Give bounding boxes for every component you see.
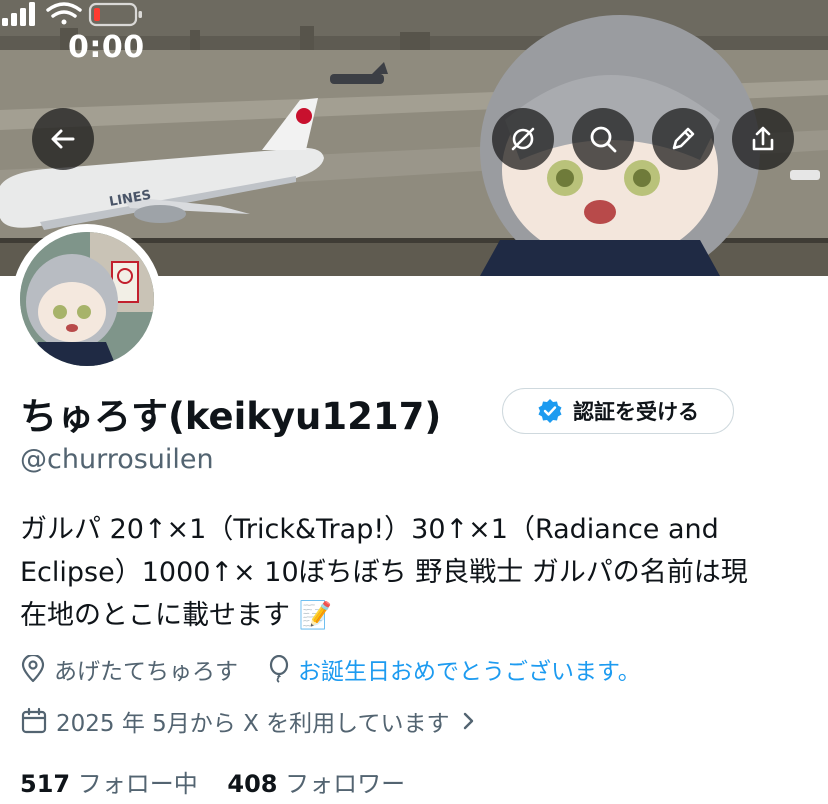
bio-line: 在地のとこに載せます 📝	[20, 600, 333, 631]
followers-label: フォロワー	[285, 770, 406, 798]
profile-name-row: ちゅろす(keikyu1217)	[20, 386, 441, 440]
joined-row[interactable]: 2025 年 5月から X を利用しています	[20, 704, 487, 738]
followers-count: 408	[227, 770, 278, 798]
wifi-icon	[46, 2, 82, 25]
status-bar-time: 0:00	[68, 30, 145, 65]
balloon-icon	[269, 655, 289, 683]
birthday-item[interactable]: お誕生日おめでとうございます。	[268, 652, 641, 686]
avatar[interactable]	[12, 224, 162, 374]
follow-counts: 517 フォロー中 408 フォロワー	[20, 764, 405, 799]
get-verified-button[interactable]: 認証を受ける	[502, 388, 734, 434]
display-name: ちゅろす(keikyu1217)	[20, 395, 442, 438]
grok-button[interactable]	[492, 108, 554, 170]
get-verified-label: 認証を受ける	[573, 400, 699, 424]
share-icon	[752, 126, 774, 151]
followers-link[interactable]: 408 フォロワー	[227, 770, 405, 798]
bio-line: Eclipse）1000↑× 10ぼちぼち 野良戦士 ガルパの名前は現	[20, 557, 748, 588]
search-button[interactable]	[572, 108, 634, 170]
avatar-image	[20, 232, 154, 366]
status-bar-icons	[2, 2, 142, 27]
edit-button[interactable]	[652, 108, 714, 170]
location-text: あげたてちゅろす	[54, 659, 238, 685]
profile-bio: ガルパ 20↑×1（Trick&Trap!）30↑×1（Radiance and…	[20, 508, 810, 637]
following-count: 517	[20, 770, 71, 798]
avatar-plush-image	[20, 232, 154, 366]
birthday-link[interactable]: お誕生日おめでとうございます。	[298, 652, 641, 686]
location-item: あげたてちゅろす	[20, 652, 238, 686]
profile-meta-row: あげたてちゅろす お誕生日おめでとうございます。	[20, 652, 641, 686]
joined-text: 2025 年 5月から X を利用しています	[56, 711, 450, 737]
chevron-right-icon	[464, 712, 474, 730]
bio-line: ガルパ 20↑×1（Trick&Trap!）30↑×1（Radiance and	[20, 514, 719, 545]
grok-icon	[511, 127, 535, 151]
username-handle: @churrosuilen	[20, 444, 214, 475]
signal-icon	[2, 2, 35, 26]
search-icon	[590, 126, 617, 153]
following-link[interactable]: 517 フォロー中	[20, 770, 205, 798]
pencil-icon	[672, 127, 695, 150]
location-pin-icon	[21, 655, 45, 683]
following-label: フォロー中	[77, 770, 198, 798]
calendar-icon	[21, 707, 47, 734]
back-arrow-icon	[51, 129, 75, 149]
share-button[interactable]	[732, 108, 794, 170]
back-button[interactable]	[32, 108, 94, 170]
verified-badge-icon	[538, 399, 562, 423]
battery-low-icon	[88, 2, 142, 27]
